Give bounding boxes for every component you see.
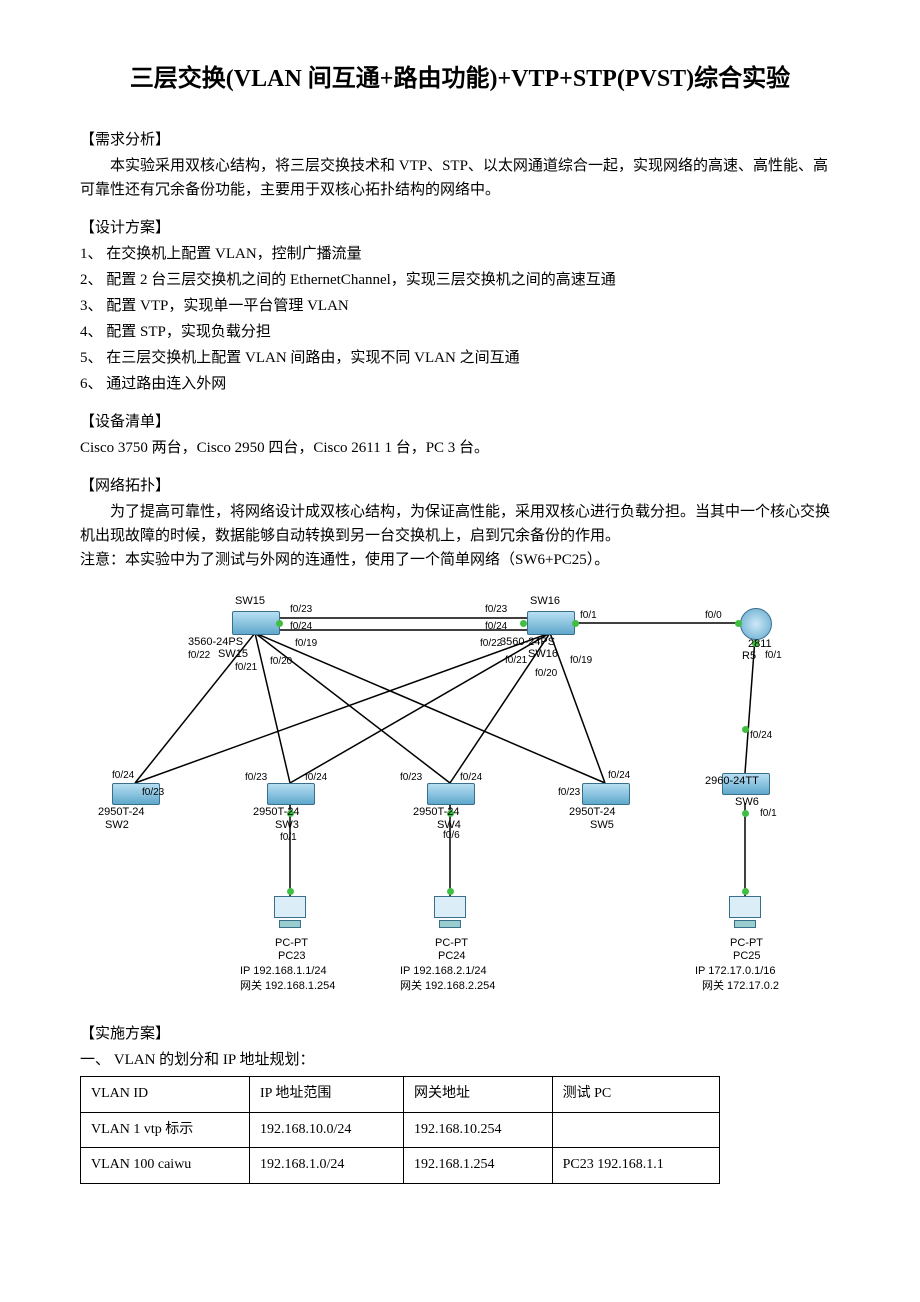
plan-list: 1、 在交换机上配置 VLAN，控制广播流量 2、 配置 2 台三层交换机之间的… (80, 242, 840, 396)
sw16-sub-label: SW16 (528, 646, 558, 664)
table-header: IP 地址范围 (249, 1077, 403, 1112)
plan-item: 4、 配置 STP，实现负载分担 (80, 320, 840, 344)
topo-body2: 注意：本实验中为了测试与外网的连通性，使用了一个简单网络（SW6+PC25）。 (80, 548, 840, 572)
impl-sub: 一、 VLAN 的划分和 IP 地址规划： (80, 1048, 840, 1072)
sw2-name-label: SW2 (105, 817, 129, 835)
port-label: f0/23 (142, 785, 164, 801)
table-row: VLAN 1 vtp 标示 192.168.10.0/24 192.168.10… (81, 1112, 720, 1147)
port-label: f0/24 (608, 768, 630, 784)
port-label: f0/23 (400, 770, 422, 786)
port-label: f0/24 (750, 728, 772, 744)
plan-item: 3、 配置 VTP，实现单一平台管理 VLAN (80, 294, 840, 318)
port-label: f0/24 (290, 619, 312, 635)
port-label: f0/0 (705, 608, 722, 624)
port-label: f0/22 (480, 636, 502, 652)
dev-label: 【设备清单】 (80, 410, 840, 434)
port-label: f0/1 (580, 608, 597, 624)
table-cell: VLAN 1 vtp 标示 (81, 1112, 250, 1147)
port-label: f0/19 (295, 636, 317, 652)
table-cell: 192.168.1.254 (403, 1148, 552, 1183)
port-label: f0/20 (535, 666, 557, 682)
switch-sw16-icon (527, 611, 575, 635)
table-header: 网关地址 (403, 1077, 552, 1112)
pc24-icon (433, 896, 467, 932)
port-label: f0/21 (235, 660, 257, 676)
pc25-icon (728, 896, 762, 932)
table-row: VLAN ID IP 地址范围 网关地址 测试 PC (81, 1077, 720, 1112)
plan-item: 6、 通过路由连入外网 (80, 372, 840, 396)
port-label: f0/21 (505, 653, 527, 669)
port-label: f0/22 (188, 648, 210, 664)
topo-body1: 为了提高可靠性，将网络设计成双核心结构，为保证高性能，采用双核心进行负载分担。当… (80, 500, 840, 548)
sw6-model-label: 2960-24TT (705, 773, 759, 791)
port-label: f0/24 (112, 768, 134, 784)
plan-item: 5、 在三层交换机上配置 VLAN 间路由，实现不同 VLAN 之间互通 (80, 346, 840, 370)
r5-name-label: R5 (742, 648, 756, 666)
table-header: 测试 PC (552, 1077, 719, 1112)
switch-sw4-icon (427, 783, 475, 805)
pc25-gw-label: 网关 172.17.0.2 (702, 978, 779, 996)
port-label: f0/19 (570, 653, 592, 669)
port-label: f0/24 (485, 619, 507, 635)
switch-sw3-icon (267, 783, 315, 805)
table-cell (552, 1112, 719, 1147)
table-row: VLAN 100 caiwu 192.168.1.0/24 192.168.1.… (81, 1148, 720, 1183)
pc24-gw-label: 网关 192.168.2.254 (400, 978, 495, 996)
dev-body: Cisco 3750 两台，Cisco 2950 四台，Cisco 2611 1… (80, 436, 840, 460)
table-header: VLAN ID (81, 1077, 250, 1112)
sw5-name-label: SW5 (590, 817, 614, 835)
pc23-icon (273, 896, 307, 932)
topo-label: 【网络拓扑】 (80, 474, 840, 498)
plan-item: 1、 在交换机上配置 VLAN，控制广播流量 (80, 242, 840, 266)
port-label: f0/23 (558, 785, 580, 801)
port-label: f0/1 (765, 648, 782, 664)
plan-label: 【设计方案】 (80, 216, 840, 240)
port-label: f0/23 (485, 602, 507, 618)
port-label: f0/20 (270, 654, 292, 670)
req-body: 本实验采用双核心结构，将三层交换技术和 VTP、STP、以太网通道综合一起，实现… (80, 154, 840, 202)
table-cell: 192.168.1.0/24 (249, 1148, 403, 1183)
sw16-top-label: SW16 (530, 593, 560, 611)
pc23-gw-label: 网关 192.168.1.254 (240, 978, 335, 996)
vlan-table: VLAN ID IP 地址范围 网关地址 测试 PC VLAN 1 vtp 标示… (80, 1076, 720, 1183)
plan-item: 2、 配置 2 台三层交换机之间的 EthernetChannel，实现三层交换… (80, 268, 840, 292)
port-label: f0/23 (245, 770, 267, 786)
switch-sw5-icon (582, 783, 630, 805)
port-label: f0/1 (280, 830, 297, 846)
req-label: 【需求分析】 (80, 128, 840, 152)
port-label: f0/24 (305, 770, 327, 786)
switch-sw15-icon (232, 611, 280, 635)
port-label: f0/24 (460, 770, 482, 786)
impl-label: 【实施方案】 (80, 1022, 840, 1046)
port-label: f0/6 (443, 828, 460, 844)
port-label: f0/23 (290, 602, 312, 618)
table-cell: VLAN 100 caiwu (81, 1148, 250, 1183)
port-label: f0/1 (760, 806, 777, 822)
table-cell: PC23 192.168.1.1 (552, 1148, 719, 1183)
table-cell: 192.168.10.254 (403, 1112, 552, 1147)
sw15-top-label: SW15 (235, 593, 265, 611)
table-cell: 192.168.10.0/24 (249, 1112, 403, 1147)
page-title: 三层交换(VLAN 间互通+路由功能)+VTP+STP(PVST)综合实验 (80, 60, 840, 98)
network-topology-diagram: SW15 3560-24PS SW15 SW16 3560-24PS SW16 … (80, 578, 810, 1008)
sw6-name-label: SW6 (735, 794, 759, 812)
